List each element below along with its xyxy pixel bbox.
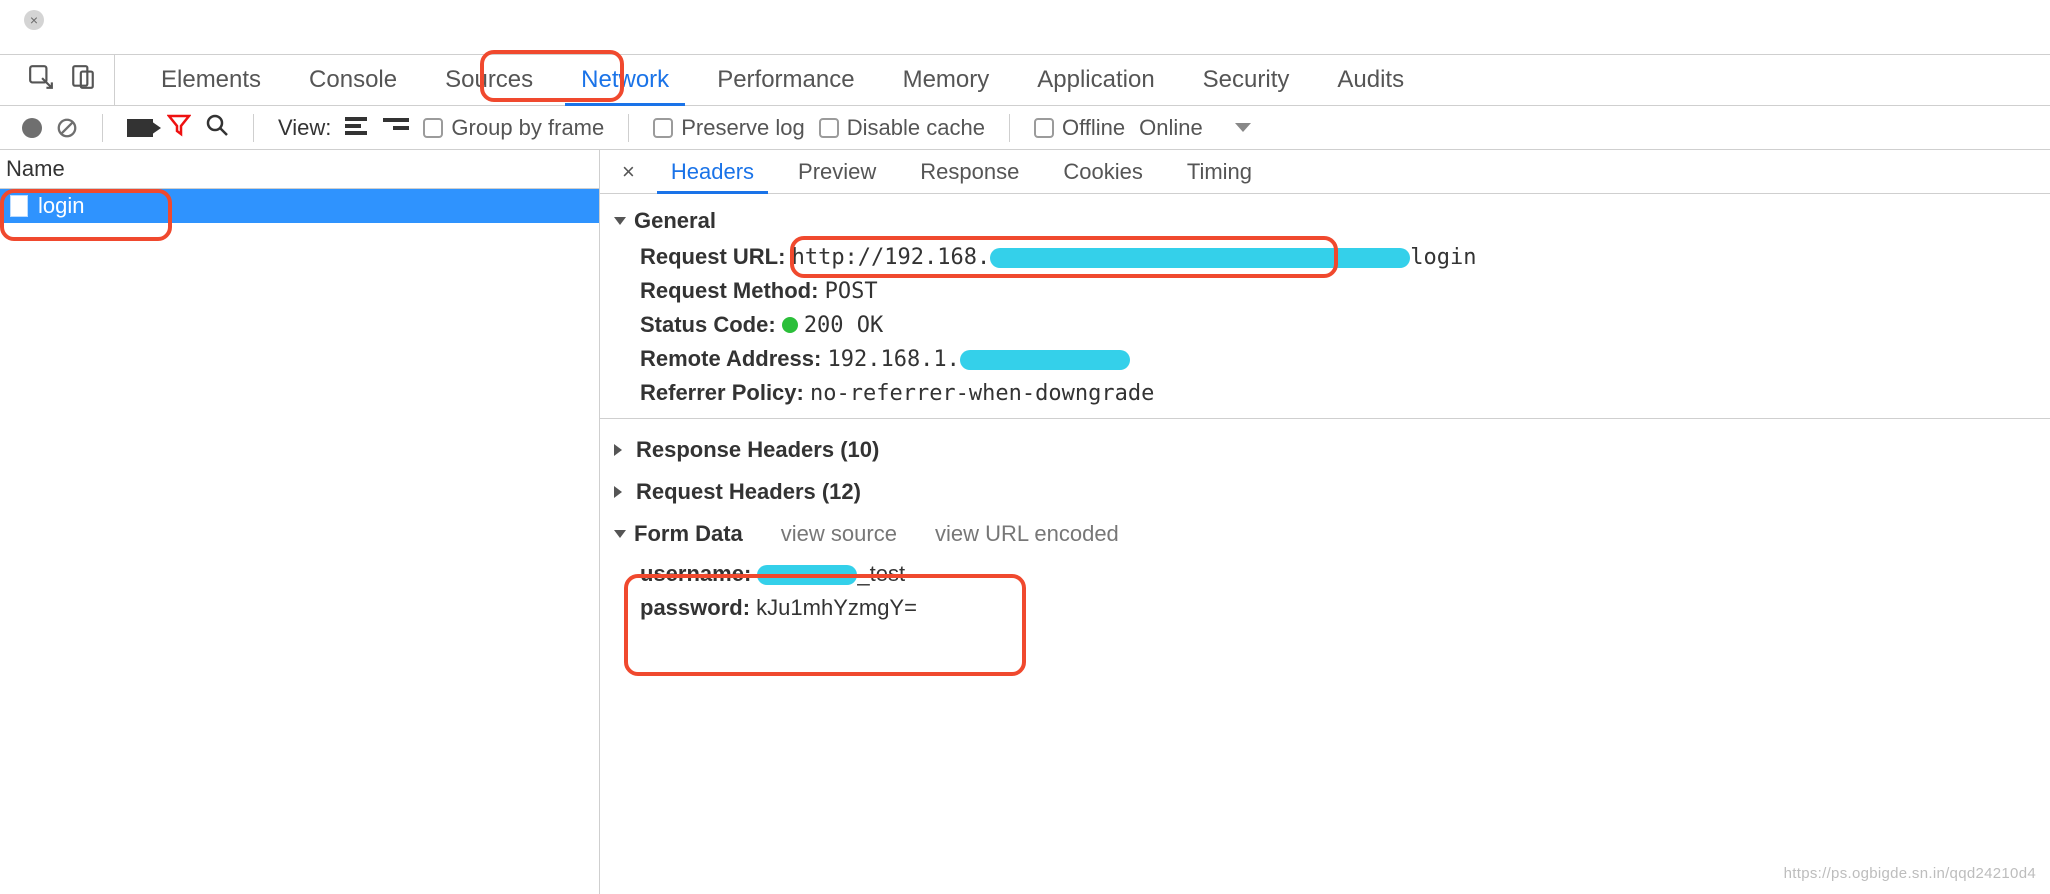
detail-tab-cookies[interactable]: Cookies <box>1041 150 1164 193</box>
toolbar-separator <box>628 114 629 142</box>
section-form-data[interactable]: Form Data view source view URL encoded <box>610 511 2050 553</box>
redacted-segment <box>990 248 1410 268</box>
form-username-suffix: _test <box>857 561 905 586</box>
disable-cache-checkbox[interactable]: Disable cache <box>819 115 985 141</box>
request-method-label: Request Method: <box>640 278 818 303</box>
request-headers-label: Request Headers (12) <box>636 479 861 505</box>
form-username-label: username: <box>640 561 751 586</box>
request-method-row: Request Method: POST <box>610 274 2050 308</box>
devtools-main-tabs: Elements Console Sources Network Perform… <box>137 55 1428 105</box>
detail-tab-response[interactable]: Response <box>898 150 1041 193</box>
request-url-prefix: http://192.168. <box>792 245 991 270</box>
toolbar-separator <box>102 114 103 142</box>
request-name: login <box>38 193 84 219</box>
inspect-icon[interactable] <box>28 64 54 97</box>
watermark-text: https://ps.ogbigde.sn.in/qqd24210d4 <box>1784 865 2036 882</box>
status-code-row: Status Code: 200 OK <box>610 308 2050 342</box>
caret-right-icon <box>614 486 628 498</box>
form-data-block: username: _test password: kJu1mhYzmgY= <box>610 553 2050 635</box>
tab-elements[interactable]: Elements <box>137 55 285 105</box>
screenshot-icon[interactable] <box>127 119 153 137</box>
headers-panel: General Request URL: http://192.168. logi… <box>600 194 2050 894</box>
detail-tab-preview[interactable]: Preview <box>776 150 898 193</box>
form-password-value: kJu1mhYzmgY= <box>756 595 917 620</box>
filter-icon[interactable] <box>167 113 191 143</box>
request-url-label: Request URL: <box>640 244 785 269</box>
section-response-headers[interactable]: Response Headers (10) <box>610 427 2050 469</box>
request-row-login[interactable]: login <box>0 189 599 223</box>
device-toggle-icon[interactable] <box>70 64 96 97</box>
divider <box>600 418 2050 419</box>
requests-pane: Name login <box>0 150 600 894</box>
request-method-value: POST <box>825 279 878 304</box>
request-detail-tabs: × Headers Preview Response Cookies Timin… <box>600 150 2050 194</box>
form-password-label: password: <box>640 595 750 620</box>
remote-address-label: Remote Address: <box>640 346 821 371</box>
section-general[interactable]: General <box>610 198 2050 240</box>
caret-down-icon <box>614 530 626 538</box>
preserve-log-checkbox[interactable]: Preserve log <box>653 115 805 141</box>
caret-down-icon <box>614 217 626 225</box>
record-button[interactable] <box>22 118 42 138</box>
referrer-policy-label: Referrer Policy: <box>640 380 804 405</box>
response-headers-label: Response Headers (10) <box>636 437 879 463</box>
referrer-policy-value: no-referrer-when-downgrade <box>810 381 1154 406</box>
requests-name-header[interactable]: Name <box>0 150 599 189</box>
caret-right-icon <box>614 444 628 456</box>
document-icon <box>10 195 28 217</box>
status-code-value: 200 OK <box>804 313 883 338</box>
redacted-segment <box>960 350 1130 370</box>
form-row-password: password: kJu1mhYzmgY= <box>640 591 2050 625</box>
group-by-frame-label: Group by frame <box>451 115 604 141</box>
group-by-frame-checkbox[interactable]: Group by frame <box>423 115 604 141</box>
tab-network[interactable]: Network <box>557 55 693 105</box>
detail-tab-timing[interactable]: Timing <box>1165 150 1274 193</box>
network-toolbar: View: Group by frame Preserve log Disabl… <box>0 106 2050 150</box>
network-content: Name login × Headers Preview Response Co… <box>0 150 2050 894</box>
devtools-tabs-bar: Elements Console Sources Network Perform… <box>0 54 2050 106</box>
view-label: View: <box>278 115 331 141</box>
tab-application[interactable]: Application <box>1013 55 1178 105</box>
view-large-icon[interactable] <box>345 117 369 139</box>
form-data-label: Form Data <box>634 521 743 547</box>
tab-sources[interactable]: Sources <box>421 55 557 105</box>
tab-console[interactable]: Console <box>285 55 421 105</box>
tab-audits[interactable]: Audits <box>1313 55 1428 105</box>
search-icon[interactable] <box>205 113 229 143</box>
throttling-value[interactable]: Online <box>1139 115 1203 141</box>
section-general-label: General <box>634 208 716 234</box>
close-detail-button[interactable]: × <box>608 159 649 185</box>
form-row-username: username: _test <box>640 557 2050 591</box>
status-code-label: Status Code: <box>640 312 776 337</box>
detail-tab-headers[interactable]: Headers <box>649 150 776 193</box>
throttling-dropdown-icon[interactable] <box>1235 123 1251 132</box>
view-waterfall-icon[interactable] <box>383 118 409 138</box>
redacted-segment <box>757 565 857 585</box>
tab-memory[interactable]: Memory <box>879 55 1014 105</box>
view-url-encoded-link[interactable]: view URL encoded <box>935 521 1119 547</box>
offline-checkbox[interactable]: Offline <box>1034 115 1125 141</box>
remote-address-row: Remote Address: 192.168.1. <box>610 342 2050 376</box>
request-detail-pane: × Headers Preview Response Cookies Timin… <box>600 150 2050 894</box>
window-close-button[interactable] <box>24 10 44 30</box>
disable-cache-label: Disable cache <box>847 115 985 141</box>
toolbar-separator <box>1009 114 1010 142</box>
request-url-suffix: login <box>1410 245 1476 270</box>
view-source-link[interactable]: view source <box>781 521 897 547</box>
toolbar-separator <box>253 114 254 142</box>
referrer-policy-row: Referrer Policy: no-referrer-when-downgr… <box>610 376 2050 410</box>
status-dot-icon <box>782 317 798 333</box>
preserve-log-label: Preserve log <box>681 115 805 141</box>
tab-security[interactable]: Security <box>1179 55 1314 105</box>
request-url-row: Request URL: http://192.168. login <box>610 240 2050 274</box>
offline-label: Offline <box>1062 115 1125 141</box>
devtools-top-icons <box>10 55 115 105</box>
section-request-headers[interactable]: Request Headers (12) <box>610 469 2050 511</box>
clear-button[interactable] <box>56 117 78 139</box>
remote-address-prefix: 192.168.1. <box>827 347 959 372</box>
tab-performance[interactable]: Performance <box>693 55 878 105</box>
